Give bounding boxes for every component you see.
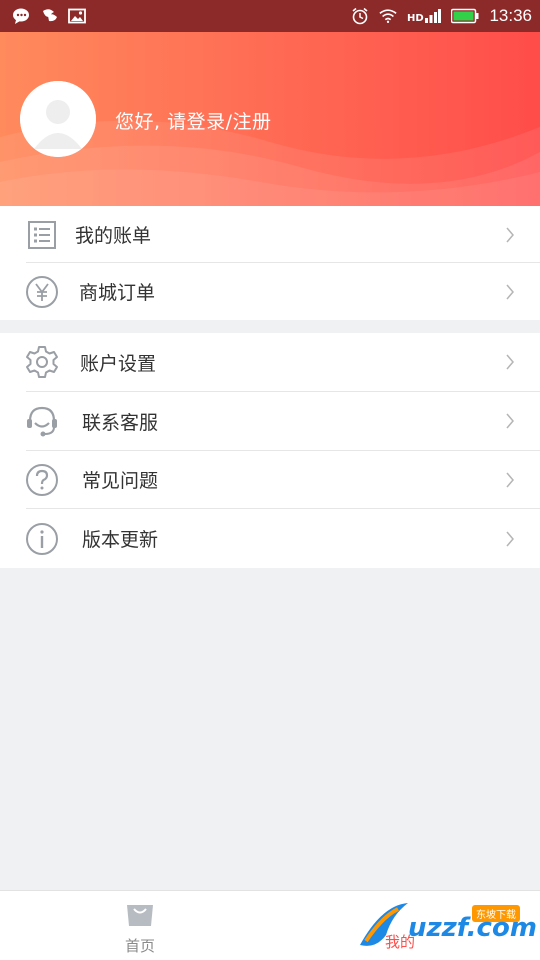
nav-tab-home[interactable]: 首页: [100, 901, 180, 956]
yen-circle-icon: [24, 274, 60, 310]
image-icon: [68, 7, 86, 25]
menu-item-contact-service[interactable]: 联系客服: [0, 392, 540, 451]
chat-icon: [12, 7, 30, 25]
bill-list-icon: [24, 217, 60, 253]
menu-item-label: 版本更新: [82, 529, 159, 552]
status-time: 13:36: [489, 6, 532, 25]
nav-label-home: 首页: [124, 937, 155, 955]
battery-icon: [451, 7, 479, 25]
menu-item-label: 我的账单: [75, 225, 152, 247]
headset-icon: [24, 403, 60, 439]
shopping-bag-icon: [124, 901, 156, 931]
menu-item-my-bill[interactable]: 我的账单: [0, 206, 540, 263]
menu-item-label: 常见问题: [82, 470, 159, 493]
hd-signal-icon: HD: [407, 7, 442, 25]
watermark-text: uzzf.com: [408, 913, 537, 943]
chevron-right-icon: [504, 471, 516, 489]
menu-item-faq[interactable]: 常见问题: [0, 451, 540, 510]
info-circle-icon: [24, 521, 60, 557]
menu-item-version-update[interactable]: 版本更新: [0, 509, 540, 568]
menu-item-label: 账户设置: [80, 352, 157, 375]
question-circle-icon: [24, 462, 60, 498]
menu-item-label: 商城订单: [79, 282, 156, 304]
wechat-icon: [40, 7, 58, 25]
status-right-icons: HD 13:36: [351, 6, 532, 26]
profile-header: 您好, 请登录/注册: [0, 32, 540, 206]
chevron-right-icon: [504, 353, 516, 371]
svg-text:HD: HD: [407, 13, 424, 24]
menu-item-label: 联系客服: [82, 411, 159, 434]
menu-item-mall-orders[interactable]: 商城订单: [0, 263, 540, 320]
gear-icon: [24, 344, 60, 380]
avatar[interactable]: [20, 81, 96, 157]
status-left-icons: [12, 7, 86, 25]
watermark-swoosh-icon: [360, 903, 408, 946]
menu-group-settings: 账户设置 联系客服 常见问题 版本更新: [0, 333, 540, 568]
menu-item-account-settings[interactable]: 账户设置: [0, 333, 540, 392]
chevron-right-icon: [504, 530, 516, 548]
alarm-icon: [351, 7, 369, 25]
default-avatar-icon: [20, 81, 96, 157]
chevron-right-icon: [504, 226, 516, 244]
chevron-right-icon: [504, 283, 516, 301]
wifi-icon: [379, 7, 398, 25]
menu-group-orders: 我的账单 商城订单: [0, 206, 540, 320]
login-register-link[interactable]: 您好, 请登录/注册: [115, 107, 271, 134]
chevron-right-icon: [504, 412, 516, 430]
watermark-logo: 东坡下载 uzzf.com: [352, 893, 540, 957]
status-bar: HD 13:36: [0, 0, 540, 32]
